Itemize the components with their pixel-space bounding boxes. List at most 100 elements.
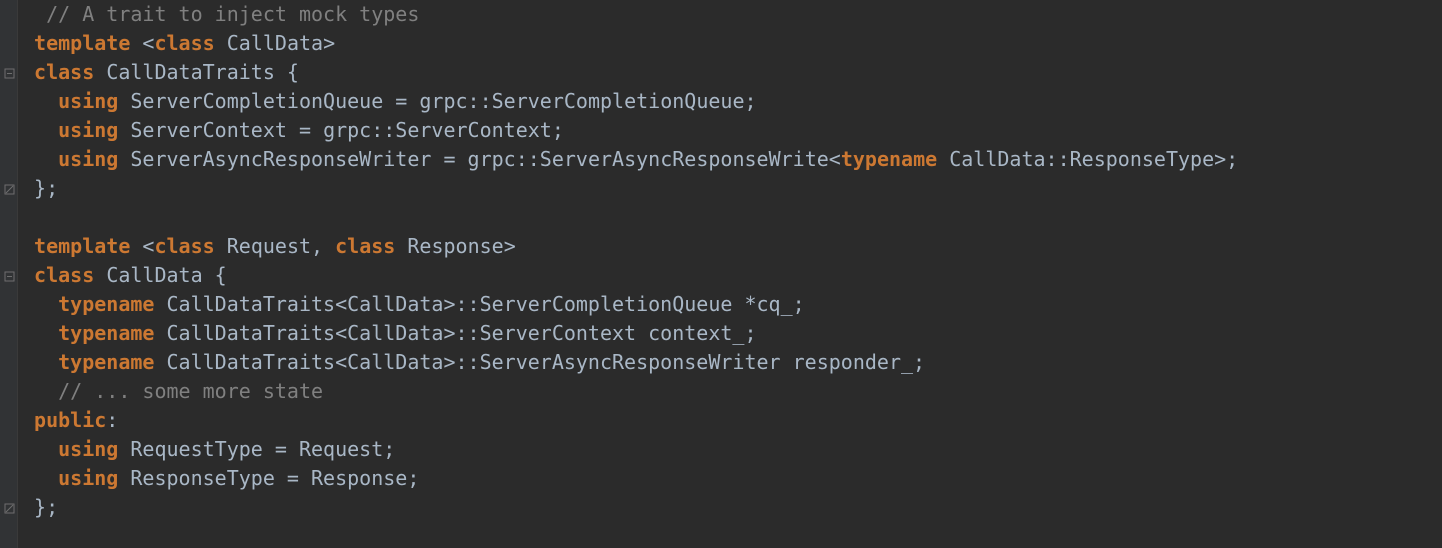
fold-end-icon [2,182,16,196]
code-area[interactable]: // A trait to inject mock types template… [18,0,1442,548]
code-token: ; [744,321,756,345]
code-token [118,118,130,142]
code-token: typename [841,147,937,171]
code-token: // ... some more state [58,379,323,403]
code-token [22,408,34,432]
code-token: CallData::ResponseType [949,147,1214,171]
code-line[interactable]: using ServerContext = grpc::ServerContex… [22,116,1442,145]
code-line[interactable]: public: [22,406,1442,435]
code-token [22,31,34,55]
code-token [22,379,58,403]
code-token [22,147,58,171]
code-token: class [154,234,214,258]
code-token [154,350,166,374]
code-token [118,437,130,461]
code-line[interactable]: template <class CallData> [22,29,1442,58]
code-token: = [275,466,311,490]
code-token: ResponseType [130,466,275,490]
code-token: ServerAsyncResponseWriter [130,147,431,171]
fold-gutter [0,0,18,548]
code-token [22,60,34,84]
code-token [215,31,227,55]
code-token: < [130,31,154,55]
code-token [22,321,58,345]
code-token: using [58,147,118,171]
code-token [22,118,58,142]
code-token: RequestType [130,437,262,461]
code-token: Response [407,234,503,258]
code-token: { [275,60,299,84]
code-token: CallData [106,263,202,287]
code-token: CallData [227,31,323,55]
code-token: = [431,147,467,171]
code-token: > [504,234,516,258]
code-token: ServerContext [130,118,287,142]
code-token: grpc::ServerContext [323,118,552,142]
code-token [154,292,166,316]
code-token: grpc::ServerCompletionQueue [419,89,744,113]
code-token: , [311,234,335,258]
code-line[interactable]: typename CallDataTraits<CallData>::Serve… [22,290,1442,319]
code-token [22,466,58,490]
code-token: using [58,89,118,113]
code-token: typename [58,292,154,316]
code-token: using [58,466,118,490]
code-token: = [287,118,323,142]
code-token [94,60,106,84]
code-token: }; [22,495,58,519]
code-line[interactable]: }; [22,493,1442,522]
code-token: ; [913,350,925,374]
code-line[interactable]: typename CallDataTraits<CallData>::Serve… [22,319,1442,348]
code-token [22,263,34,287]
code-line[interactable]: // A trait to inject mock types [22,0,1442,29]
code-line[interactable]: using ResponseType = Response; [22,464,1442,493]
code-token: ; [407,466,419,490]
code-token [154,321,166,345]
code-token: class [154,31,214,55]
code-token: ; [793,292,805,316]
code-token [118,147,130,171]
code-token [395,234,407,258]
code-line[interactable]: using ServerAsyncResponseWriter = grpc::… [22,145,1442,174]
code-token: CallDataTraits<CallData>::ServerAsyncRes… [167,350,914,374]
code-token: CallDataTraits [106,60,275,84]
code-token: class [34,60,94,84]
code-token: typename [58,350,154,374]
fold-collapse-icon[interactable] [2,66,16,80]
code-token: typename [58,321,154,345]
code-line[interactable]: class CallDataTraits { [22,58,1442,87]
code-token: ServerCompletionQueue [130,89,383,113]
code-token [94,263,106,287]
code-token: using [58,118,118,142]
code-token: : [106,408,118,432]
code-token: < [130,234,154,258]
code-token: { [203,263,227,287]
code-token [118,466,130,490]
code-line[interactable]: using RequestType = Request; [22,435,1442,464]
code-token: Request [299,437,383,461]
code-line[interactable] [22,203,1442,232]
code-editor[interactable]: // A trait to inject mock types template… [0,0,1442,548]
code-token: ; [552,118,564,142]
code-line[interactable]: using ServerCompletionQueue = grpc::Serv… [22,87,1442,116]
code-token: CallDataTraits<CallData>::ServerCompleti… [167,292,793,316]
code-token: class [34,263,94,287]
code-token [22,292,58,316]
code-token [22,2,46,26]
code-line[interactable]: // ... some more state [22,377,1442,406]
fold-collapse-icon[interactable] [2,269,16,283]
code-line[interactable]: template <class Request, class Response> [22,232,1442,261]
code-line[interactable]: }; [22,174,1442,203]
code-line[interactable]: typename CallDataTraits<CallData>::Serve… [22,348,1442,377]
code-token: }; [22,176,58,200]
code-token: // A trait to inject mock types [46,2,419,26]
code-line[interactable]: class CallData { [22,261,1442,290]
code-token: grpc::ServerAsyncResponseWrite [468,147,829,171]
code-token: class [335,234,395,258]
code-token: Response [311,466,407,490]
code-token: ; [745,89,757,113]
code-token: = [383,89,419,113]
code-token [22,437,58,461]
code-token: CallDataTraits<CallData>::ServerContext … [167,321,745,345]
code-token: > [323,31,335,55]
